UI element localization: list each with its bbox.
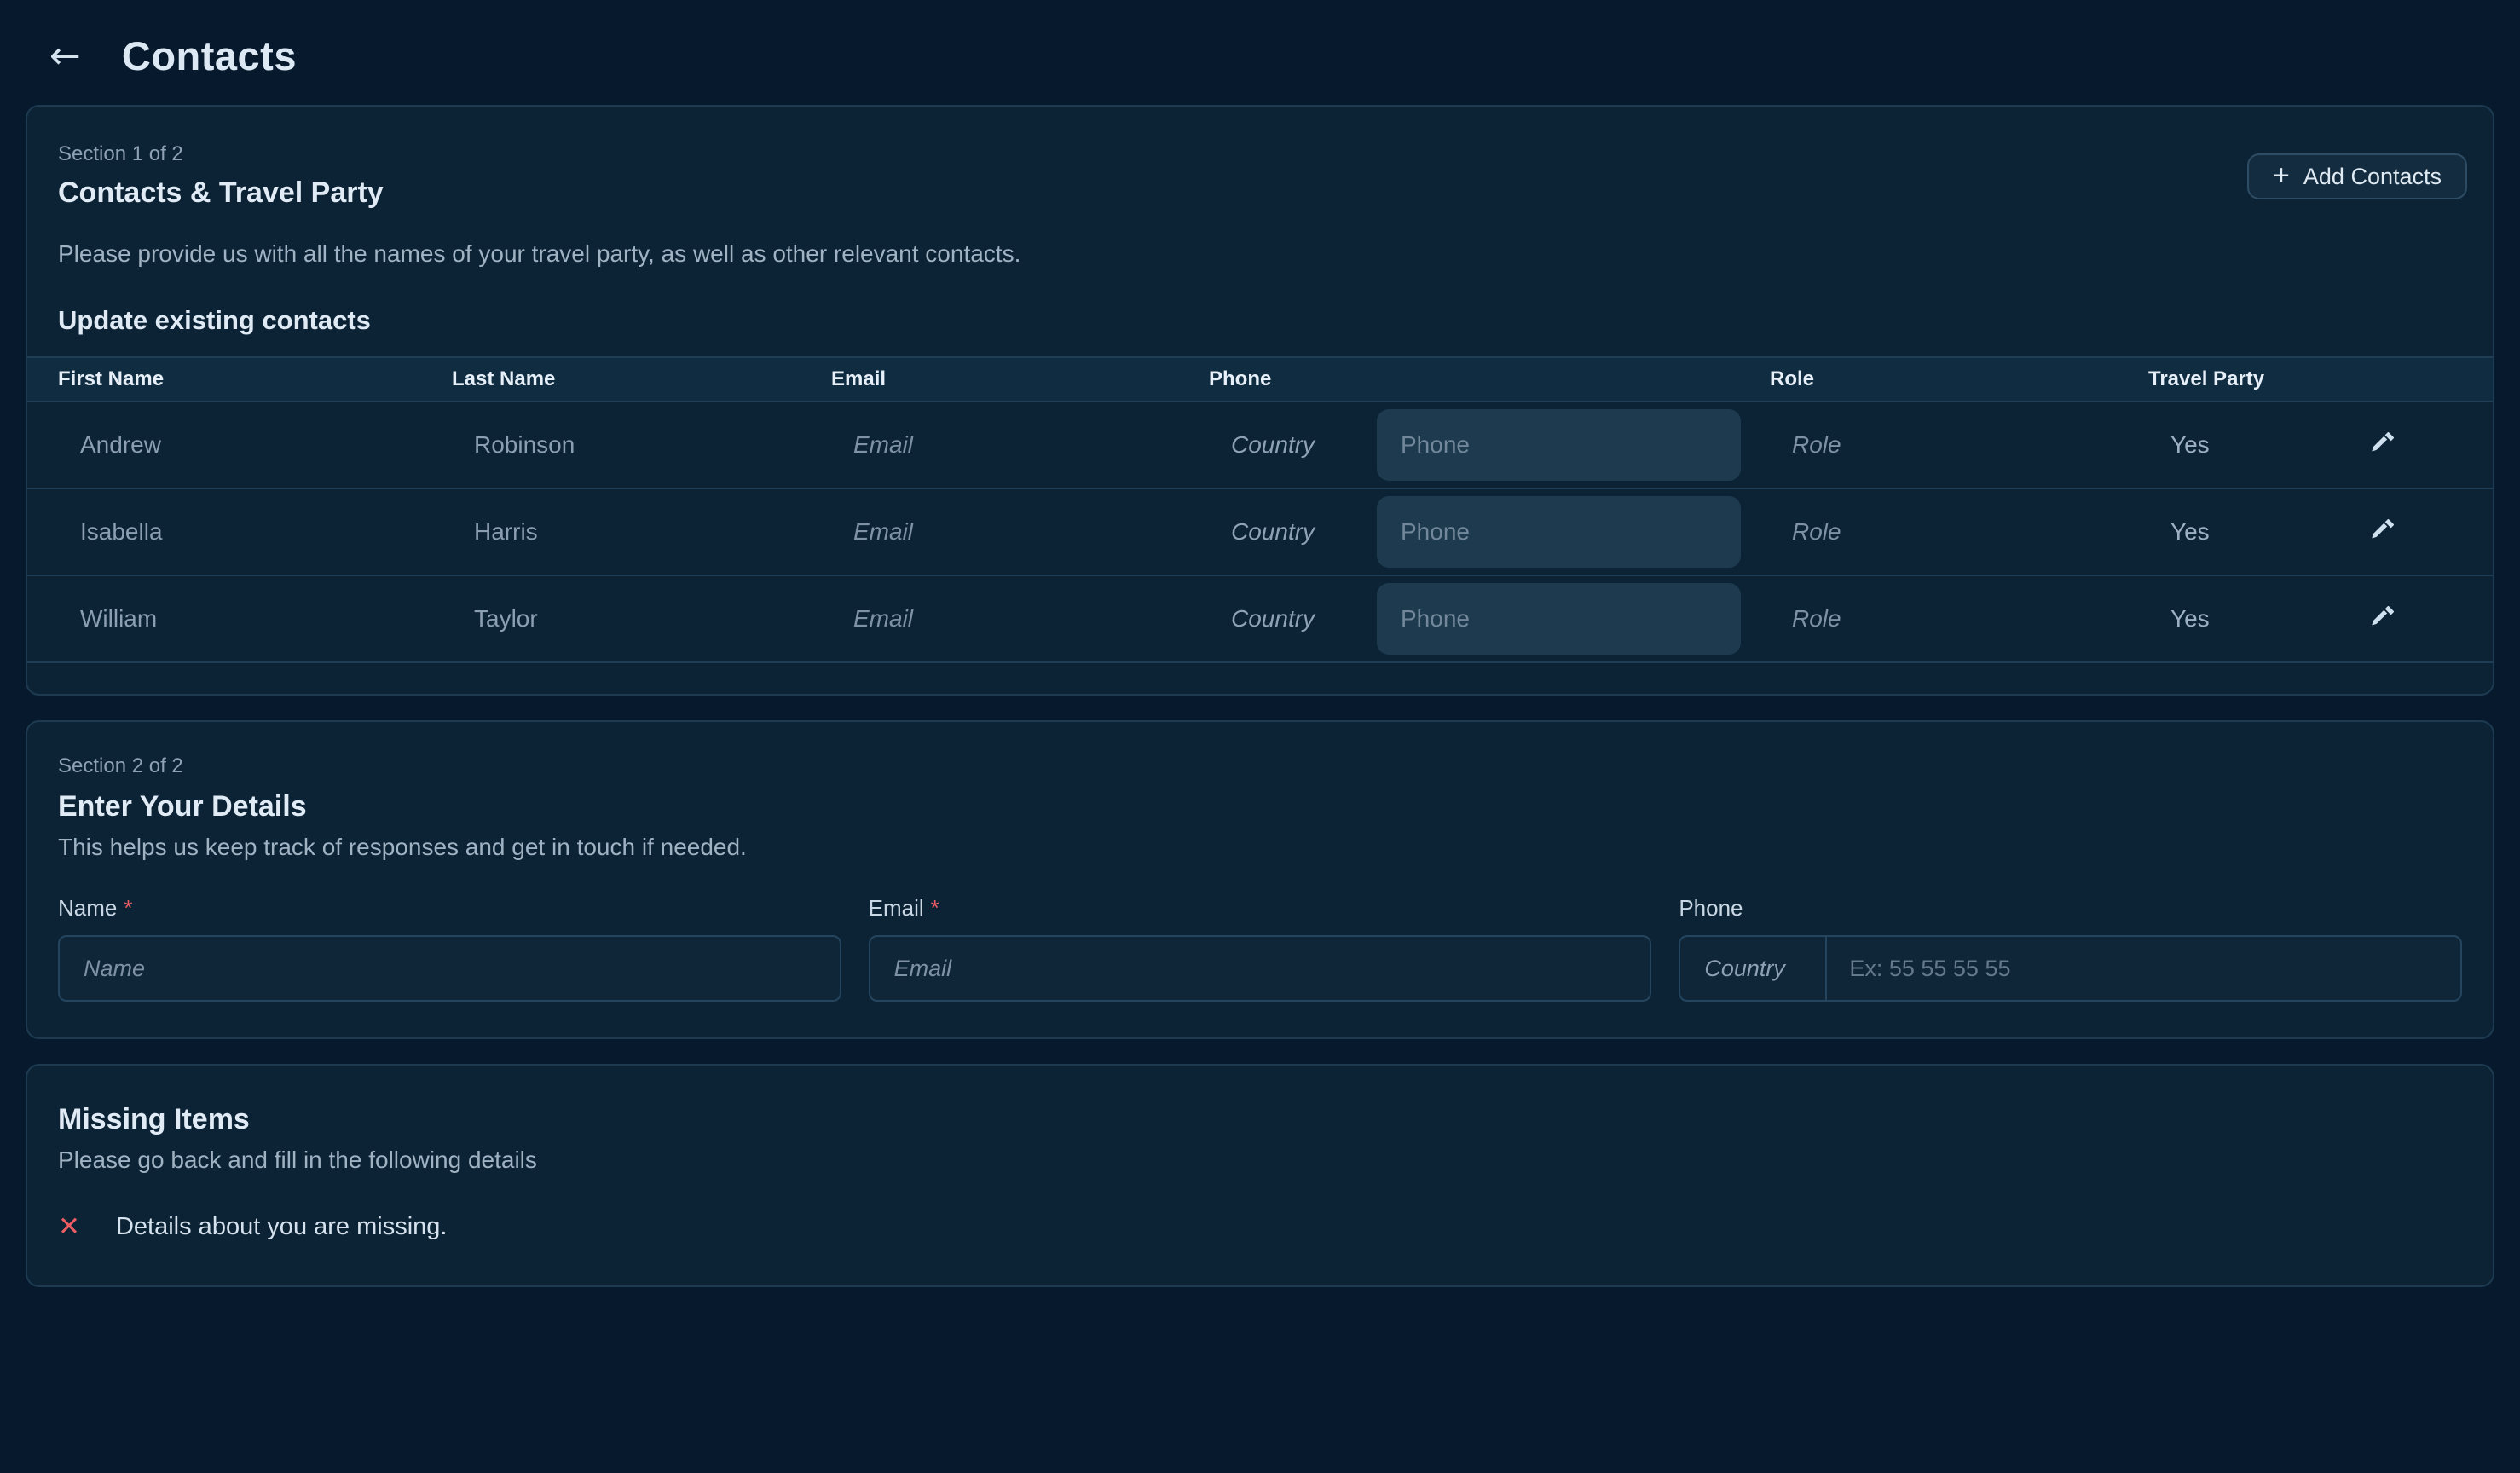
phone-input-group: Country	[1679, 935, 2462, 1002]
phone-label: Phone	[1679, 895, 2462, 921]
section2-description: This helps us keep track of responses an…	[58, 834, 2462, 861]
section1-title: Contacts & Travel Party	[58, 176, 384, 210]
edit-contact-button[interactable]	[2361, 599, 2401, 638]
email-field[interactable]: Email	[853, 605, 913, 632]
travel-party-cell: Yes	[2148, 431, 2344, 459]
back-arrow-icon: ←	[49, 34, 81, 78]
phone-cell: Country	[1209, 583, 1770, 655]
name-label-text: Name	[58, 895, 117, 921]
country-select[interactable]: Country	[1209, 431, 1377, 459]
name-label: Name *	[58, 895, 841, 921]
pencil-icon	[2368, 519, 2394, 545]
phone-cell: Country	[1209, 409, 1770, 481]
email-field[interactable]: Email	[853, 518, 913, 545]
section1-description: Please provide us with all the names of …	[27, 240, 2493, 268]
missing-items-title: Missing Items	[58, 1103, 2462, 1136]
phone-input[interactable]	[1377, 496, 1741, 568]
name-field-group: Name *	[58, 895, 841, 1002]
country-select[interactable]: Country	[1209, 518, 1377, 546]
pencil-icon	[2368, 432, 2394, 458]
phone-field-group: Phone Country	[1679, 895, 2462, 1002]
email-label: Email *	[869, 895, 1652, 921]
last-name-cell: Robinson	[452, 431, 831, 459]
email-field-group: Email *	[869, 895, 1652, 1002]
column-header: Last Name	[452, 367, 831, 391]
role-select[interactable]: Role	[1792, 518, 1841, 545]
error-x-icon: ✕	[58, 1214, 80, 1240]
contacts-page: ← Contacts Section 1 of 2 Contacts & Tra…	[0, 0, 2520, 1287]
missing-items-list: ✕ Details about you are missing.	[58, 1213, 2462, 1241]
page-header: ← Contacts	[0, 0, 2520, 79]
required-asterisk: *	[124, 895, 132, 921]
plus-icon: +	[2273, 161, 2290, 190]
last-name-cell: Taylor	[452, 605, 831, 633]
missing-items-description: Please go back and fill in the following…	[58, 1147, 2462, 1174]
country-select[interactable]: Country	[1680, 937, 1827, 1000]
table-row: William Taylor Email Country Role Yes	[27, 576, 2493, 663]
column-header: Role	[1770, 367, 2148, 391]
page-title: Contacts	[122, 32, 297, 79]
missing-item-row: ✕ Details about you are missing.	[58, 1213, 2462, 1241]
last-name-cell: Harris	[452, 518, 831, 546]
email-input[interactable]	[869, 935, 1652, 1002]
column-header: Email	[831, 367, 1209, 391]
first-name-cell: Isabella	[27, 518, 452, 546]
travel-party-cell: Yes	[2148, 518, 2344, 546]
role-select[interactable]: Role	[1792, 431, 1841, 458]
pencil-icon	[2368, 606, 2394, 632]
enter-your-details-card: Section 2 of 2 Enter Your Details This h…	[26, 720, 2494, 1039]
details-fields-row: Name * Email * Phone Country	[58, 895, 2462, 1002]
update-existing-contacts-heading: Update existing contacts	[27, 305, 2493, 336]
role-select[interactable]: Role	[1792, 605, 1841, 632]
section1-kicker: Section 1 of 2	[58, 142, 384, 166]
table-row: Isabella Harris Email Country Role Yes	[27, 489, 2493, 576]
contacts-travel-party-card: Section 1 of 2 Contacts & Travel Party +…	[26, 105, 2494, 696]
first-name-cell: Andrew	[27, 431, 452, 459]
column-header: Phone	[1209, 367, 1770, 391]
back-button[interactable]: ←	[44, 34, 86, 78]
phone-label-text: Phone	[1679, 895, 1743, 921]
name-input[interactable]	[58, 935, 841, 1002]
required-asterisk: *	[931, 895, 939, 921]
phone-cell: Country	[1209, 496, 1770, 568]
phone-input[interactable]	[1377, 583, 1741, 655]
table-row: Andrew Robinson Email Country Role Yes	[27, 402, 2493, 489]
email-label-text: Email	[869, 895, 924, 921]
add-contacts-label: Add Contacts	[2303, 164, 2442, 190]
travel-party-cell: Yes	[2148, 605, 2344, 633]
missing-item-text: Details about you are missing.	[116, 1213, 447, 1241]
section2-kicker: Section 2 of 2	[58, 754, 2462, 778]
first-name-cell: William	[27, 605, 452, 633]
phone-input[interactable]	[1827, 937, 2460, 1000]
column-header: First Name	[27, 367, 452, 391]
edit-contact-button[interactable]	[2361, 512, 2401, 552]
section2-title: Enter Your Details	[58, 790, 2462, 823]
table-body: Andrew Robinson Email Country Role Yes I…	[27, 402, 2493, 663]
email-field[interactable]: Email	[853, 431, 913, 458]
phone-input[interactable]	[1377, 409, 1741, 481]
missing-items-card: Missing Items Please go back and fill in…	[26, 1064, 2494, 1287]
contacts-table: First NameLast NameEmailPhoneRoleTravel …	[27, 356, 2493, 663]
table-header-row: First NameLast NameEmailPhoneRoleTravel …	[27, 358, 2493, 402]
card-header-row: Section 1 of 2 Contacts & Travel Party +…	[27, 142, 2493, 210]
add-contacts-button[interactable]: + Add Contacts	[2247, 153, 2467, 199]
country-select[interactable]: Country	[1209, 605, 1377, 633]
edit-contact-button[interactable]	[2361, 425, 2401, 465]
column-header: Travel Party	[2148, 367, 2344, 391]
